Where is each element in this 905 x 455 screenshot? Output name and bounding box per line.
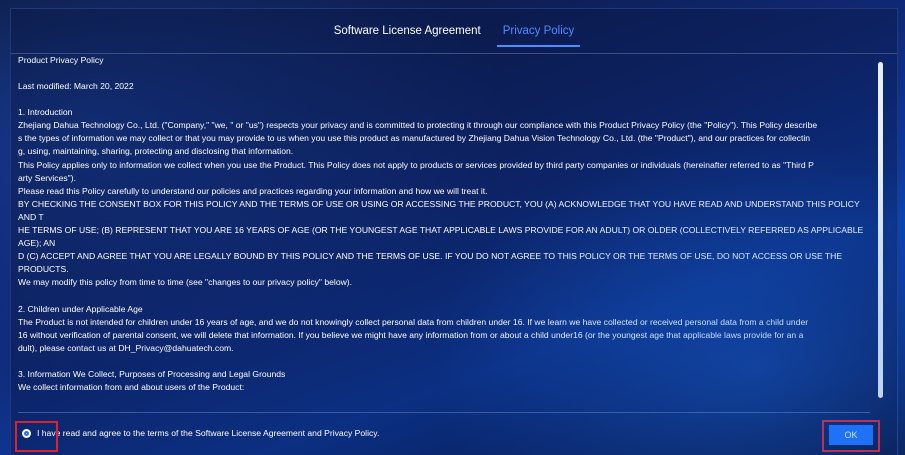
paragraph-line: The Product is not intended for children…: [18, 316, 809, 327]
section-heading: 3. Information We Collect, Purposes of P…: [18, 368, 286, 379]
divider: [18, 412, 870, 413]
scrollbar-thumb[interactable]: [878, 62, 883, 398]
section-heading: 2. Children under Applicable Age: [18, 303, 143, 314]
paragraph-line: This Policy applies only to information …: [18, 159, 814, 170]
policy-text: Product Privacy Policy Last modified: Ma…: [18, 54, 864, 406]
last-modified: Last modified: March 20, 2022: [18, 81, 134, 92]
paragraph-line: dult), please contact us at DH_Privacy@d…: [18, 342, 234, 353]
paragraph-line: We collect information from and about us…: [18, 381, 245, 392]
tab-privacy-policy[interactable]: Privacy Policy: [496, 15, 580, 47]
paragraph-line: arty Services").: [18, 172, 76, 183]
paragraph-line: BY CHECKING THE CONSENT BOX FOR THIS POL…: [18, 198, 860, 222]
scrollbar[interactable]: [877, 54, 885, 404]
highlight-box-checkbox: [15, 421, 58, 452]
paragraph-line: s the types of information we may collec…: [18, 133, 811, 144]
paragraph-line: D (C) ACCEPT AND AGREE THAT YOU ARE LEGA…: [18, 251, 843, 275]
highlight-box-ok: [822, 420, 880, 452]
background: Software License Agreement Privacy Polic…: [0, 0, 905, 455]
agreement-row[interactable]: I have read and agree to the terms of th…: [22, 428, 379, 438]
agreement-label: I have read and agree to the terms of th…: [37, 428, 380, 438]
paragraph-line: Please read this Policy carefully to und…: [18, 185, 488, 196]
tab-bar: Software License Agreement Privacy Polic…: [11, 9, 897, 54]
paragraph-line: We may modify this policy from time to t…: [18, 277, 353, 288]
policy-title: Product Privacy Policy: [18, 55, 104, 65]
tab-software-license-agreement[interactable]: Software License Agreement: [334, 15, 481, 47]
paragraph-line: 16 without verification of parental cons…: [18, 329, 804, 340]
section-heading: 1. Introduction: [18, 107, 73, 118]
paragraph-line: Zhejiang Dahua Technology Co., Ltd. ("Co…: [18, 120, 818, 131]
paragraph-line: HE TERMS OF USE; (B) REPRESENT THAT YOU …: [18, 225, 864, 249]
paragraph-line: g, using, maintaining, sharing, protecti…: [18, 146, 294, 157]
